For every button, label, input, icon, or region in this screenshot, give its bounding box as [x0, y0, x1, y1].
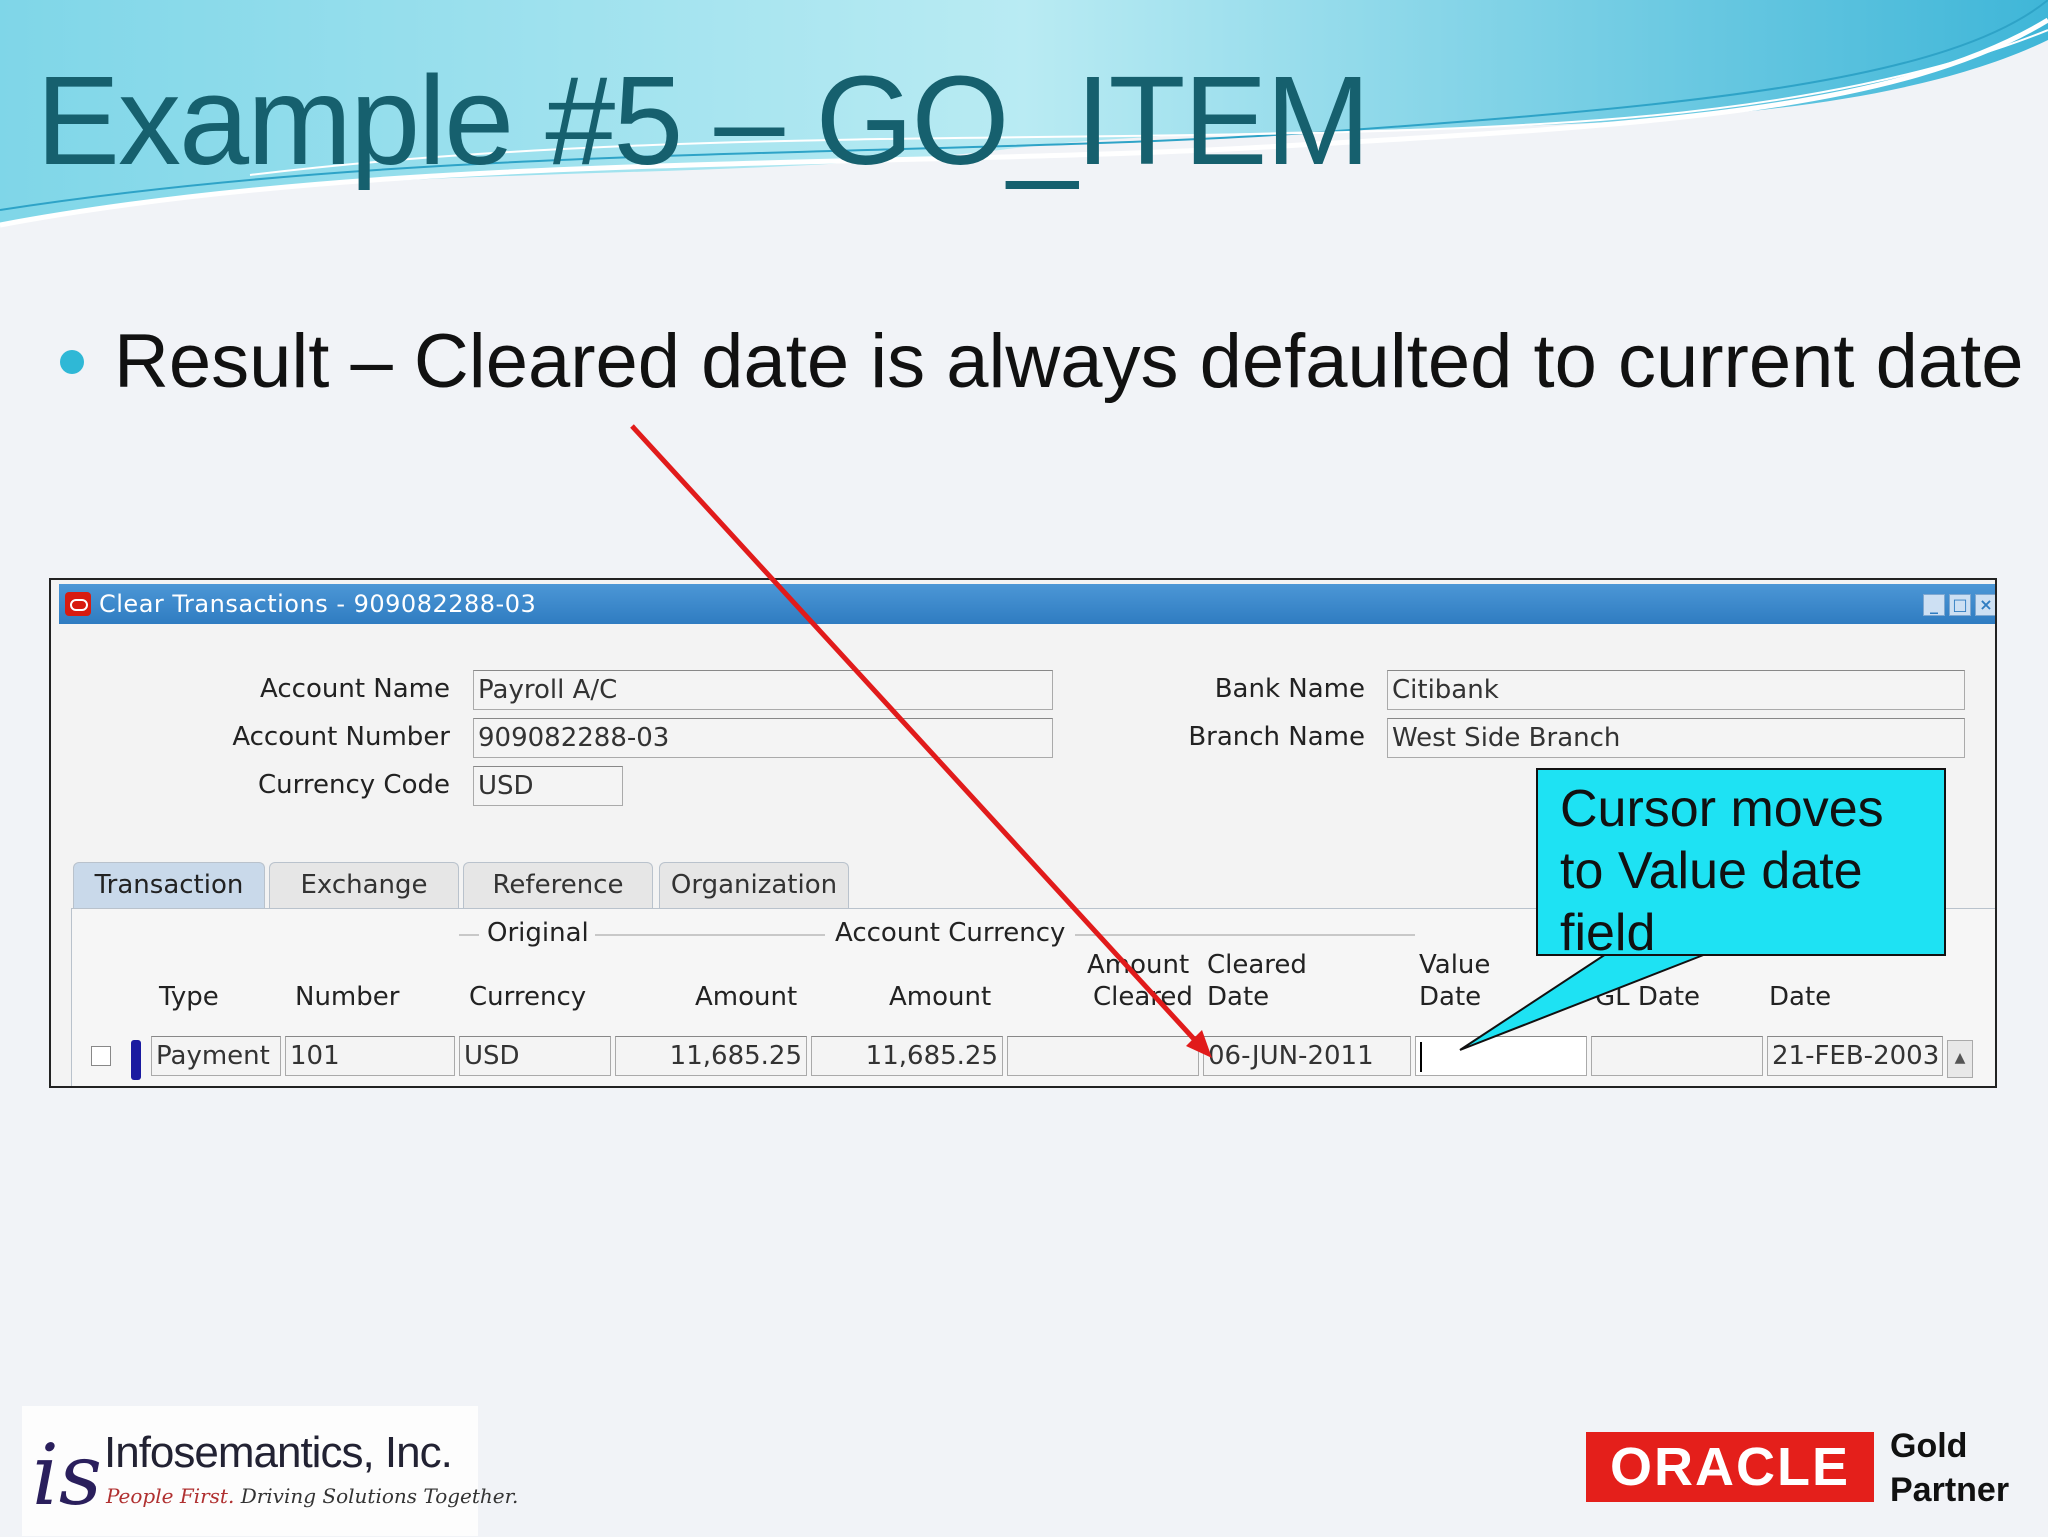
callout-pointer	[1459, 953, 1707, 1051]
infosemantics-name: Infosemantics, Inc.	[104, 1428, 453, 1477]
infosemantics-mark-icon: is	[32, 1426, 102, 1524]
arrow-line	[630, 424, 1206, 1052]
infosemantics-logo: is Infosemantics, Inc. People First. Dri…	[22, 1406, 518, 1536]
callout-box: Cursor moves to Value date field	[1536, 768, 1946, 962]
infosemantics-tagline: People First. Driving Solutions Together…	[106, 1484, 519, 1508]
oracle-logo: ORACLE	[1586, 1432, 1874, 1502]
gold-partner-label: Gold Partner	[1890, 1427, 2010, 1509]
